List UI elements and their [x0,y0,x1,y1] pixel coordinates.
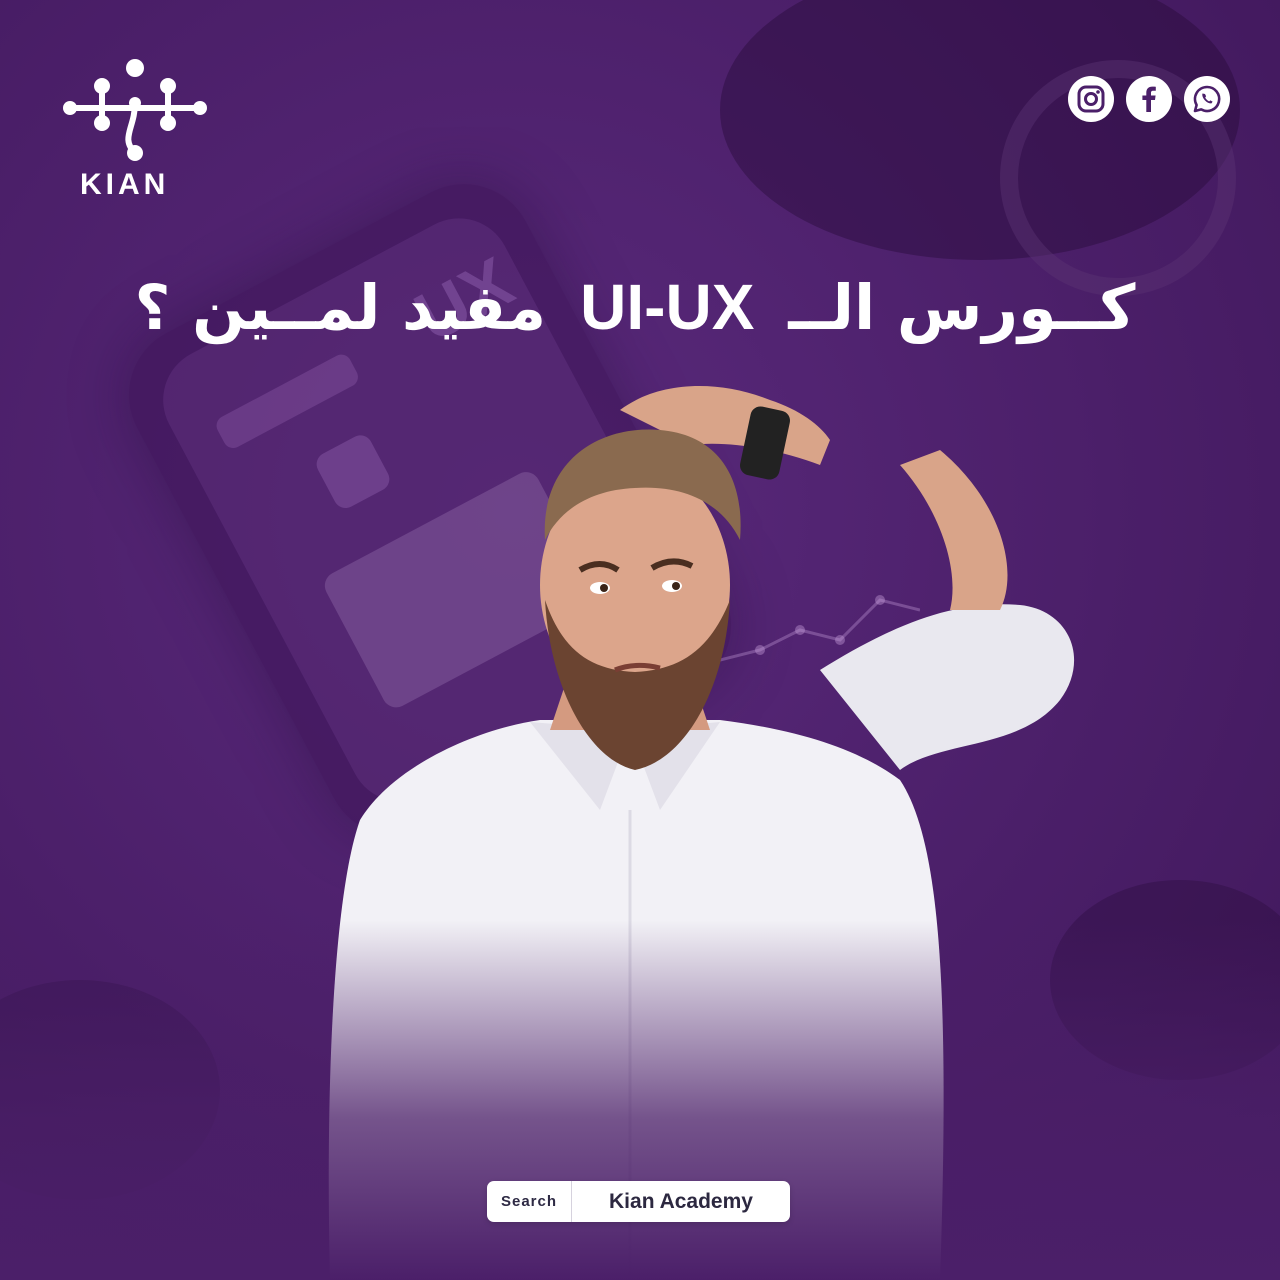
brand-name: KIAN [80,168,170,201]
search-label: Search [500,1193,558,1210]
headline-part-1: كــورس الــ [788,270,1136,344]
facebook-icon[interactable] [1126,76,1172,122]
headline-part-3: مفيد لمــين ؟ [134,270,547,344]
search-query: Kian Academy [609,1189,753,1213]
bottom-fade [0,920,1280,1280]
social-links [1068,76,1230,122]
headline-part-2: UI-UX [580,271,755,343]
search-bar[interactable]: Search Kian Academy [487,1181,790,1222]
instagram-icon[interactable] [1068,76,1114,122]
headline: مفيد لمــين ؟ UI-UX كــورس الــ [60,262,1210,352]
whatsapp-icon[interactable] [1184,76,1230,122]
poster: UX KIAN مفيد لمــين ؟ UI-UX كــورس الــ … [0,0,1280,1280]
